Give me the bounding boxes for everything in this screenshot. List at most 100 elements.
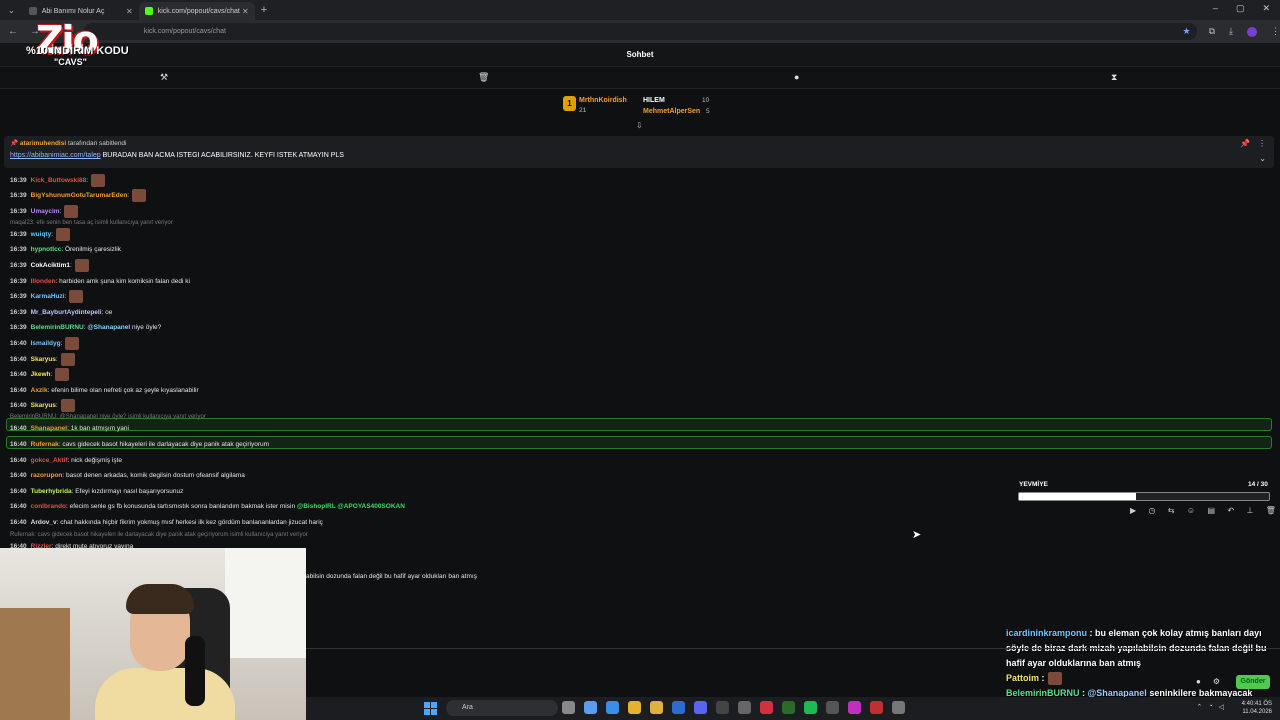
emote-icon[interactable]: ☺ <box>1187 506 1195 520</box>
message-username[interactable]: Rufernak <box>31 441 59 448</box>
taskbar-clock[interactable]: 4:40:41 ÖS 11.04.2026 <box>1242 700 1272 716</box>
undo-icon[interactable]: ↶ <box>1227 506 1234 520</box>
volume-icon[interactable]: ◁ <box>1219 703 1224 711</box>
bookmark-star-icon[interactable]: ★ <box>1183 26 1191 37</box>
message-mention[interactable]: @Shanapanel <box>87 324 130 331</box>
app-icon[interactable] <box>826 701 839 714</box>
chat-message[interactable]: 16:40 Axzik: efenin bilime olan nefreti ç… <box>10 384 199 398</box>
extensions-icon[interactable]: ⧉ <box>1209 26 1215 37</box>
tab-close-icon[interactable]: ✕ <box>242 7 249 16</box>
tab-close-icon[interactable]: ✕ <box>126 7 133 16</box>
slow-mode-icon[interactable]: ⇆ <box>1168 506 1175 520</box>
more-dots-icon[interactable]: ⋮ <box>1258 139 1266 148</box>
task-view-icon[interactable] <box>562 701 575 714</box>
app-icon[interactable] <box>870 701 883 714</box>
file-explorer-icon[interactable] <box>650 701 663 714</box>
maximize-icon[interactable]: ▢ <box>1236 3 1245 14</box>
message-username[interactable]: BelemirinBURNU <box>31 324 84 331</box>
app-icon[interactable] <box>782 701 795 714</box>
pin-icon[interactable]: 📌 <box>1240 139 1250 148</box>
app-icon[interactable] <box>738 701 751 714</box>
leader-name[interactable]: HILEM <box>643 97 665 104</box>
message-username[interactable]: wuiqty <box>31 231 52 238</box>
hammer-icon[interactable]: ⚒ <box>160 72 168 83</box>
tab-search-icon[interactable]: ⌄ <box>8 6 15 15</box>
chat-bubble-icon[interactable]: ● <box>794 72 799 82</box>
message-username[interactable]: razorupon <box>31 472 63 479</box>
message-username[interactable]: Skaryus <box>31 402 56 409</box>
app-icon[interactable] <box>760 701 773 714</box>
expand-chevron-icon[interactable]: ⇩ <box>636 121 643 130</box>
play-icon[interactable]: ▶ <box>1130 506 1136 520</box>
chat-message[interactable]: 16:40 Skaryus: <box>10 399 75 413</box>
copilot-icon[interactable] <box>584 701 597 714</box>
profile-avatar[interactable] <box>1247 26 1257 37</box>
chat-message[interactable]: 16:40 Ardov_v: chat hakkında hiçbir fikri… <box>10 516 323 530</box>
message-username[interactable]: Tuberhybrida <box>31 488 72 495</box>
message-username[interactable]: conlbrando <box>31 503 66 510</box>
pin-tool-icon[interactable]: ⊥ <box>1246 506 1253 520</box>
url-field[interactable]: kick.com/popout/cavs/chat ★ <box>83 23 1197 40</box>
download-icon[interactable]: ⤓ <box>1229 26 1233 37</box>
chat-message[interactable]: 16:40 Skaryus: <box>10 353 75 367</box>
message-username[interactable]: Shanapanel <box>31 425 67 432</box>
app-icon[interactable] <box>892 701 905 714</box>
tab-kick-chat[interactable]: kick.com/popout/cavs/chat ✕ <box>138 2 255 20</box>
chat-message[interactable]: 16:39 Umaycim: <box>10 205 79 219</box>
message-username[interactable]: Jkewh <box>31 371 51 378</box>
chat-message[interactable]: 16:39 KarmaHuzi: <box>10 290 84 304</box>
start-windows-icon[interactable] <box>424 702 437 715</box>
emoji-icon[interactable]: ● <box>1196 677 1201 686</box>
settings-gear-icon[interactable]: ⚙ <box>1213 677 1220 686</box>
collapse-chevron-icon[interactable]: ⌄ <box>1259 154 1266 163</box>
message-username[interactable]: KarmaHuzi <box>31 293 65 300</box>
clock-icon[interactable]: ◷ <box>1149 506 1156 520</box>
chat-message[interactable]: 16:39 CokAciktim1: <box>10 259 89 273</box>
edge-icon[interactable] <box>606 701 619 714</box>
hourglass-icon[interactable]: ⧗ <box>1111 72 1117 83</box>
menu-dots-icon[interactable]: ⋮ <box>1271 26 1280 37</box>
close-window-icon[interactable]: ✕ <box>1262 3 1270 14</box>
chat-message[interactable]: 16:39 wuiqty: <box>10 228 71 242</box>
chat-message[interactable]: 16:40 conlbrando: efecim senle gs fb konu… <box>10 500 405 514</box>
back-icon[interactable]: ← <box>8 26 22 37</box>
copy-icon[interactable]: ▤ <box>1207 506 1215 520</box>
delete-icon[interactable]: 🗑 <box>1266 506 1276 520</box>
leader-name[interactable]: MrthnKoirdish <box>579 97 627 104</box>
message-username[interactable]: CokAciktim1 <box>31 262 70 269</box>
ccleaner-icon[interactable] <box>672 701 685 714</box>
pinned-author[interactable]: atarimuhendisi <box>20 140 66 147</box>
chat-input[interactable] <box>306 648 1280 668</box>
chat-message[interactable]: 16:40 Shanapanel: 1k ban atmışım yani <box>10 422 129 436</box>
chat-message[interactable]: 16:39 Illonden: harbiden amk şuna kim kom… <box>10 275 190 289</box>
app-icon[interactable] <box>716 701 729 714</box>
send-button[interactable]: Gönder <box>1236 675 1270 689</box>
message-username[interactable]: BigYshunumGotuTarumarEden <box>31 192 128 199</box>
chat-message[interactable]: 16:40 Jkewh: <box>10 368 70 382</box>
leader-name[interactable]: MehmetAlperSen <box>643 108 700 115</box>
message-username[interactable]: Skaryus <box>31 356 56 363</box>
minimize-icon[interactable]: – <box>1213 3 1218 14</box>
chat-message[interactable]: 16:39 BelemirinBURNU: @Shanapanel niye öy… <box>10 321 161 335</box>
message-username[interactable]: Umaycim <box>31 208 60 215</box>
message-username[interactable]: Illonden <box>31 278 56 285</box>
spotify-icon[interactable] <box>804 701 817 714</box>
chat-message[interactable]: 16:39 BigYshunumGotuTarumarEden: <box>10 189 147 203</box>
chat-message[interactable]: 16:40 Tuberhybrida: Efeyi kızdırmayı nası… <box>10 485 183 499</box>
wifi-icon[interactable]: ◔ <box>1208 703 1212 711</box>
app-icon[interactable] <box>848 701 861 714</box>
chat-message[interactable]: 16:40 gokce_Aktif: nick değişmiş işte <box>10 454 122 468</box>
message-username[interactable]: hypnotlcc <box>31 246 62 253</box>
message-username[interactable]: gokce_Aktif <box>31 457 68 464</box>
message-username[interactable]: Kick_Buttowski88 <box>31 177 87 184</box>
chrome-icon[interactable] <box>628 701 641 714</box>
chat-message[interactable]: 16:39 hypnotlcc: Örenilmiş çaresizlik <box>10 243 121 257</box>
message-username[interactable]: Ismaildyg <box>31 340 61 347</box>
message-username[interactable]: Ardov_v <box>31 519 57 526</box>
new-tab-icon[interactable]: + <box>261 4 267 16</box>
taskbar-search[interactable]: Ara <box>446 700 558 716</box>
pinned-link[interactable]: https://abibanimiac.com/talep <box>10 152 101 159</box>
message-mention[interactable]: @BishopIRL @APOYAS400SOKAN <box>297 503 405 510</box>
chat-message[interactable]: 16:39 Mr_BayburtAydintepeli: oe <box>10 306 112 320</box>
chat-message[interactable]: 16:40 razorupon: basot denen arkadas, kom… <box>10 469 245 483</box>
